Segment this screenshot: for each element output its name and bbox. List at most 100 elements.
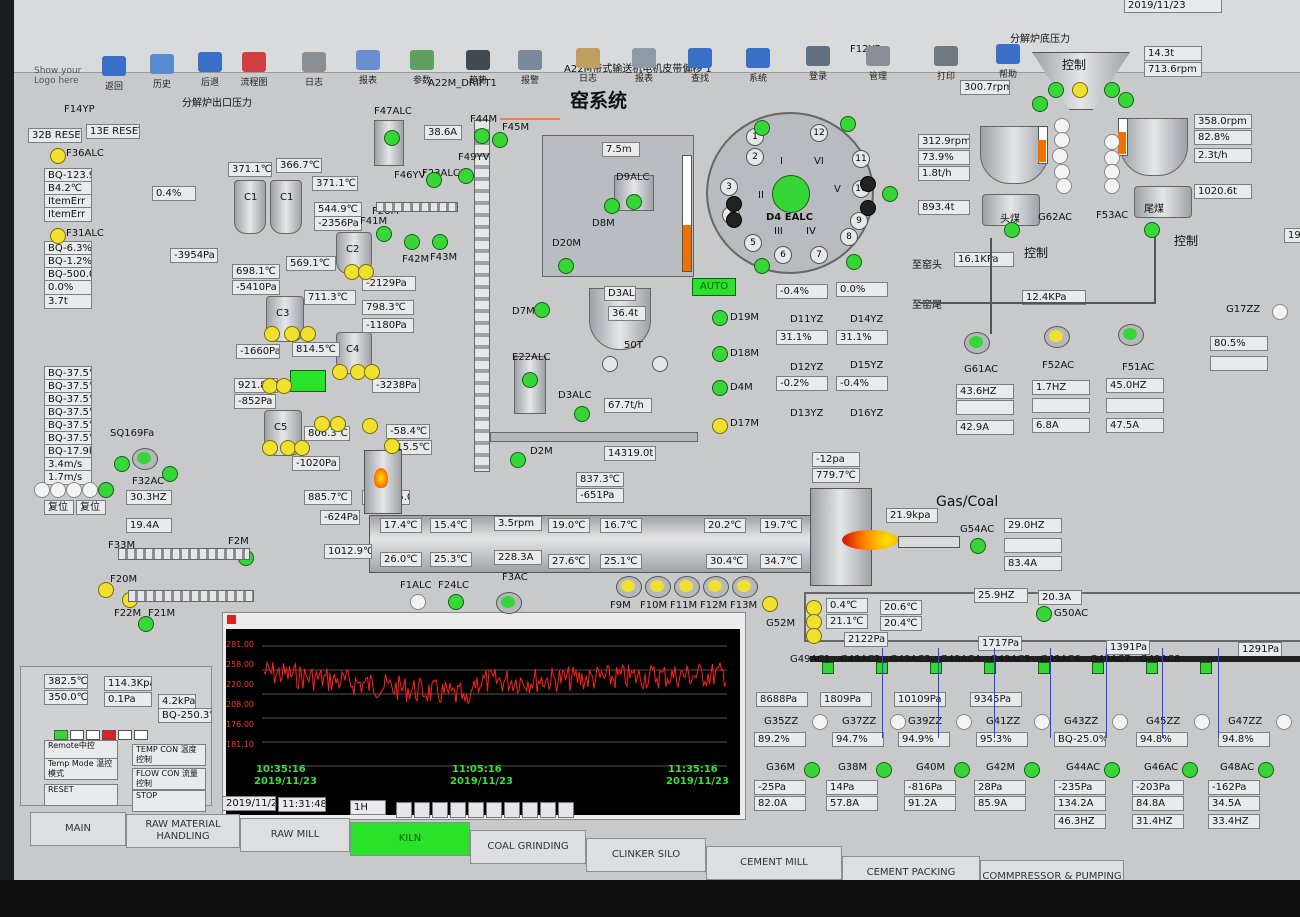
distributor-motor-0[interactable]: [754, 120, 770, 136]
zz-valve-2[interactable]: [956, 714, 972, 730]
distributor-core[interactable]: [772, 175, 810, 213]
distributor-valve-0[interactable]: [726, 196, 742, 212]
rawmeal-motor-7[interactable]: [712, 310, 728, 326]
cooler-fan-motor-1[interactable]: [876, 762, 892, 778]
sq169-fan[interactable]: [132, 444, 162, 470]
toolbar-button-14[interactable]: 管理: [856, 46, 900, 82]
rawmeal-motor-3[interactable]: [534, 302, 550, 318]
left-indicator-1[interactable]: [50, 482, 66, 498]
f24lc-dot[interactable]: [448, 594, 464, 610]
rawmeal-motor-2[interactable]: [558, 258, 574, 274]
flap-valve-2[interactable]: [264, 326, 280, 342]
burner-motor[interactable]: [970, 538, 986, 554]
distributor-port-11[interactable]: 7: [810, 246, 828, 264]
left-indicator-5[interactable]: [98, 482, 114, 498]
toolbar-button-1[interactable]: 历史: [140, 54, 184, 90]
f20m-dot[interactable]: [98, 582, 114, 598]
flap-valve-5[interactable]: [332, 364, 348, 380]
distributor-port-8[interactable]: 5: [744, 234, 762, 252]
distributor-port-4[interactable]: 3: [720, 178, 738, 196]
rawmeal-motor-0[interactable]: [626, 194, 642, 210]
rawmeal-motor-9[interactable]: [712, 380, 728, 396]
f53-motor[interactable]: [1144, 222, 1160, 238]
reset-left-1[interactable]: 复位: [44, 500, 74, 515]
flap-valve-15[interactable]: [384, 438, 400, 454]
distributor-valve-3[interactable]: [860, 200, 876, 216]
nav-tab-clinker-silo[interactable]: CLINKER SILO: [586, 838, 706, 872]
flap-valve-10[interactable]: [294, 440, 310, 456]
coal-motor-2[interactable]: [1104, 82, 1120, 98]
trend-tool-button-6[interactable]: [504, 802, 520, 818]
trend-tool-button-8[interactable]: [540, 802, 556, 818]
trend-tool-button-3[interactable]: [450, 802, 466, 818]
coal-motor-3[interactable]: [1118, 92, 1134, 108]
toolbar-button-2[interactable]: 后退: [188, 52, 232, 88]
cyclone-motor-6[interactable]: [376, 226, 392, 242]
cooler-fan-motor-6[interactable]: [1258, 762, 1274, 778]
toolbar-button-9[interactable]: 日志: [566, 48, 610, 84]
zz-valve-5[interactable]: [1194, 714, 1210, 730]
toolbar-button-12[interactable]: 系统: [736, 48, 780, 84]
toolbar-button-15[interactable]: 打印: [924, 46, 968, 82]
cyclone-motor-4[interactable]: [404, 234, 420, 250]
cooler-fan-motor-5[interactable]: [1182, 762, 1198, 778]
f3ac-fan[interactable]: [496, 588, 526, 614]
distributor-port-10[interactable]: 6: [774, 246, 792, 264]
cyclone-motor-5[interactable]: [432, 234, 448, 250]
toolbar-button-16[interactable]: 帮助: [986, 44, 1030, 80]
kiln-cooling-fan-1[interactable]: [645, 572, 675, 598]
rawmeal-motor-6[interactable]: [510, 452, 526, 468]
f36alc-dot[interactable]: [50, 148, 66, 164]
toolbar-button-0[interactable]: 返回: [92, 56, 136, 92]
lb-button-4[interactable]: FLOW CON 流量控制: [132, 768, 206, 790]
distributor-port-2[interactable]: 11: [852, 150, 870, 168]
trend-tool-button-5[interactable]: [486, 802, 502, 818]
f21m-dot[interactable]: [138, 616, 154, 632]
distributor-port-0[interactable]: 12: [810, 124, 828, 142]
toolbar-button-11[interactable]: 查找: [678, 48, 722, 84]
left-indicator-2[interactable]: [66, 482, 82, 498]
reset-left-2[interactable]: 复位: [76, 500, 106, 515]
left-indicator-0[interactable]: [34, 482, 50, 498]
distributor-motor-1[interactable]: [840, 116, 856, 132]
nav-tab-commpressor-pumping[interactable]: COMMPRESSOR & PUMPING: [980, 860, 1124, 880]
nav-tab-coal-grinding[interactable]: COAL GRINDING: [470, 830, 586, 864]
toolbar-button-13[interactable]: 登录: [796, 46, 840, 82]
trend-tool-button-9[interactable]: [558, 802, 574, 818]
g52m-dot[interactable]: [762, 596, 778, 612]
f32-dot-l[interactable]: [114, 456, 130, 472]
toolbar-button-3[interactable]: 流程图: [232, 52, 276, 88]
cooler-flap-2[interactable]: [806, 628, 822, 644]
cooler-fan-motor-0[interactable]: [804, 762, 820, 778]
coal-motor-0[interactable]: [1032, 96, 1048, 112]
nav-tab-main[interactable]: MAIN: [30, 812, 126, 846]
cooler-fan-motor-3[interactable]: [1024, 762, 1040, 778]
coal-motor-8[interactable]: [1056, 178, 1072, 194]
trend-time-box[interactable]: 11:31:48: [278, 797, 326, 812]
pid-box[interactable]: D3ALC: [604, 286, 636, 301]
flap-valve-7[interactable]: [364, 364, 380, 380]
distributor-valve-1[interactable]: [726, 212, 742, 228]
f52ac-fan[interactable]: [1044, 322, 1074, 348]
trend-tool-button-0[interactable]: [396, 802, 412, 818]
reset-button-32b[interactable]: 32B RESET: [28, 128, 82, 143]
cooler-row-sq-7[interactable]: [1200, 662, 1212, 674]
flap-valve-3[interactable]: [284, 326, 300, 342]
rawmeal-motor-8[interactable]: [712, 346, 728, 362]
nav-tab-raw-material-handling[interactable]: RAW MATERIAL HANDLING: [126, 814, 240, 848]
rawmeal-motor-4[interactable]: [522, 372, 538, 388]
lb-button-1[interactable]: Temp Mode 温控模式: [44, 758, 118, 780]
kiln-cooling-fan-0[interactable]: [616, 572, 646, 598]
distributor-motor-4[interactable]: [882, 186, 898, 202]
toolbar-button-5[interactable]: 报表: [346, 50, 390, 86]
rawmeal-motor-1[interactable]: [604, 198, 620, 214]
coal-motor-1[interactable]: [1048, 82, 1064, 98]
trend-tool-button-2[interactable]: [432, 802, 448, 818]
zz-valve-6[interactable]: [1276, 714, 1292, 730]
lb-button-2[interactable]: RESET: [44, 784, 118, 806]
trend-range-select[interactable]: 1H: [350, 800, 386, 815]
cyclone-motor-3[interactable]: [458, 168, 474, 184]
distributor-port-9[interactable]: 8: [840, 228, 858, 246]
flap-valve-1[interactable]: [358, 264, 374, 280]
cyclone-motor-1[interactable]: [474, 128, 490, 144]
